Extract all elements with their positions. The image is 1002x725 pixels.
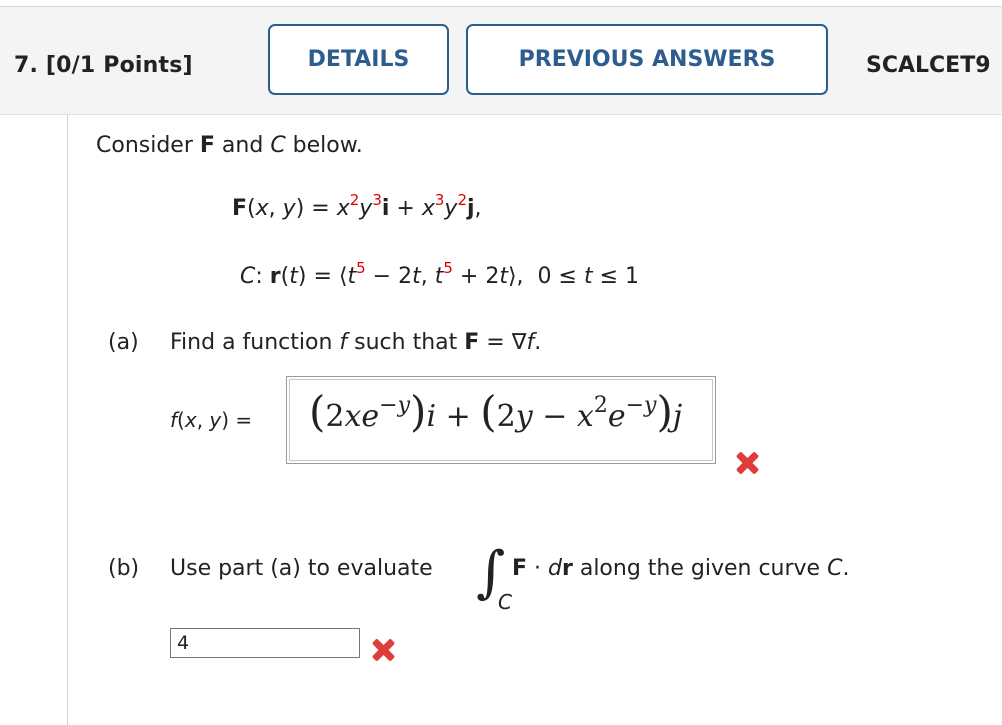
part-b-question-end: F · dr along the given curve C. xyxy=(512,556,850,581)
vector-field-equation: F(x, y) = x2y3i + x3y2j, xyxy=(232,191,482,222)
part-a-question: Find a function f such that F = ∇f. xyxy=(170,330,542,355)
content-left-border xyxy=(67,115,68,725)
part-a-label: (a) xyxy=(108,330,139,355)
incorrect-icon xyxy=(734,450,760,476)
part-a-answer-box[interactable]: (2xe−y)i + (2y − x2e−y)j xyxy=(286,376,716,464)
top-edge xyxy=(0,0,1002,7)
part-b-label: (b) xyxy=(108,556,140,581)
details-button[interactable]: DETAILS xyxy=(268,24,449,95)
question-number: 7. [0/1 Points] xyxy=(14,53,193,78)
question-header: 7. [0/1 Points] DETAILS PREVIOUS ANSWERS… xyxy=(0,7,1002,115)
f-label: f(x, y) = xyxy=(170,408,253,432)
part-b-question-start: Use part (a) to evaluate xyxy=(170,556,433,581)
incorrect-icon xyxy=(370,637,396,663)
curve-equation: C: r(t) = ⟨t5 − 2t, t5 + 2t⟩, 0 ≤ t ≤ 1 xyxy=(240,259,640,290)
part-b-answer-input[interactable] xyxy=(170,628,360,658)
previous-answers-button[interactable]: PREVIOUS ANSWERS xyxy=(466,24,828,95)
part-a-answer-math: (2xe−y)i + (2y − x2e−y)j xyxy=(309,387,683,436)
textbook-reference: SCALCET9 xyxy=(866,53,991,78)
problem-intro: Consider F and C below. xyxy=(96,133,363,158)
integral-subscript: C xyxy=(498,590,512,614)
